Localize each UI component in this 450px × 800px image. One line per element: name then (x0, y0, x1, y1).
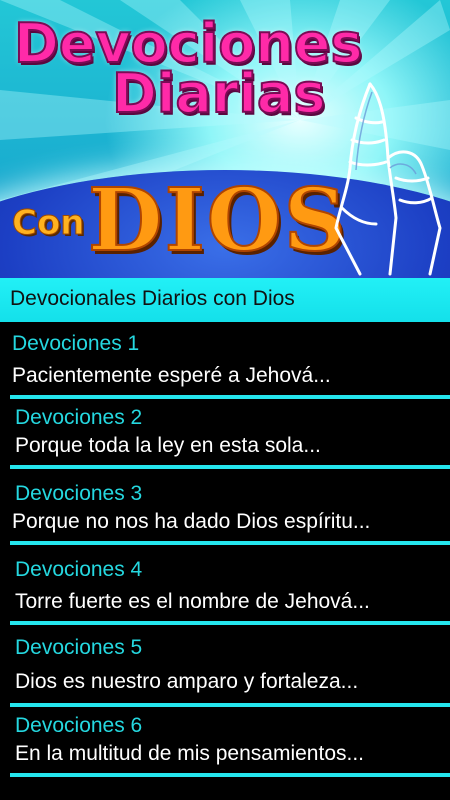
list-item-divider (10, 465, 450, 469)
list-item-title: Devociones 4 (15, 558, 143, 581)
banner-con-text: Con (12, 203, 86, 244)
list-item-divider (10, 541, 450, 545)
list-item-title: Devociones 5 (15, 636, 143, 659)
list-item-subtitle: Porque no nos ha dado Dios espíritu... (12, 510, 371, 533)
praying-hands-icon (334, 82, 442, 276)
list-item-devociones-1[interactable]: Devociones 1 Pacientemente esperé a Jeho… (0, 322, 450, 400)
list-item-divider (10, 395, 450, 399)
list-item-divider (10, 621, 450, 625)
list-item-title: Devociones 1 (12, 332, 140, 355)
list-item-devociones-2[interactable]: Devociones 2 Porque toda la ley en esta … (0, 400, 450, 472)
list-item-subtitle: Dios es nuestro amparo y fortaleza... (15, 670, 359, 693)
list-item-subtitle: Porque toda la ley en esta sola... (15, 434, 321, 457)
list-item-title: Devociones 2 (15, 406, 143, 429)
list-header-bar: Devocionales Diarios con Dios (0, 278, 450, 322)
app-banner: Devociones Diarias Con DIOS (0, 0, 450, 278)
list-item-subtitle: En la multitud de mis pensamientos... (15, 742, 365, 765)
list-item-devociones-5[interactable]: Devociones 5 Dios es nuestro amparo y fo… (0, 626, 450, 707)
list-item-title: Devociones 6 (15, 714, 143, 737)
list-item-devociones-4[interactable]: Devociones 4 Torre fuerte es el nombre d… (0, 548, 450, 626)
list-item-divider (10, 773, 450, 777)
banner-title-line2: Diarias (111, 61, 326, 126)
list-item-subtitle: Torre fuerte es el nombre de Jehová... (15, 590, 370, 613)
list-item-subtitle: Pacientemente esperé a Jehová... (12, 364, 331, 387)
list-item-devociones-6[interactable]: Devociones 6 En la multitud de mis pensa… (0, 706, 450, 784)
banner-dios-text: DIOS (87, 169, 348, 272)
list-header-title: Devocionales Diarios con Dios (10, 287, 295, 310)
list-item-title: Devociones 3 (15, 482, 143, 505)
list-item-devociones-3[interactable]: Devociones 3 Porque no nos ha dado Dios … (0, 472, 450, 548)
